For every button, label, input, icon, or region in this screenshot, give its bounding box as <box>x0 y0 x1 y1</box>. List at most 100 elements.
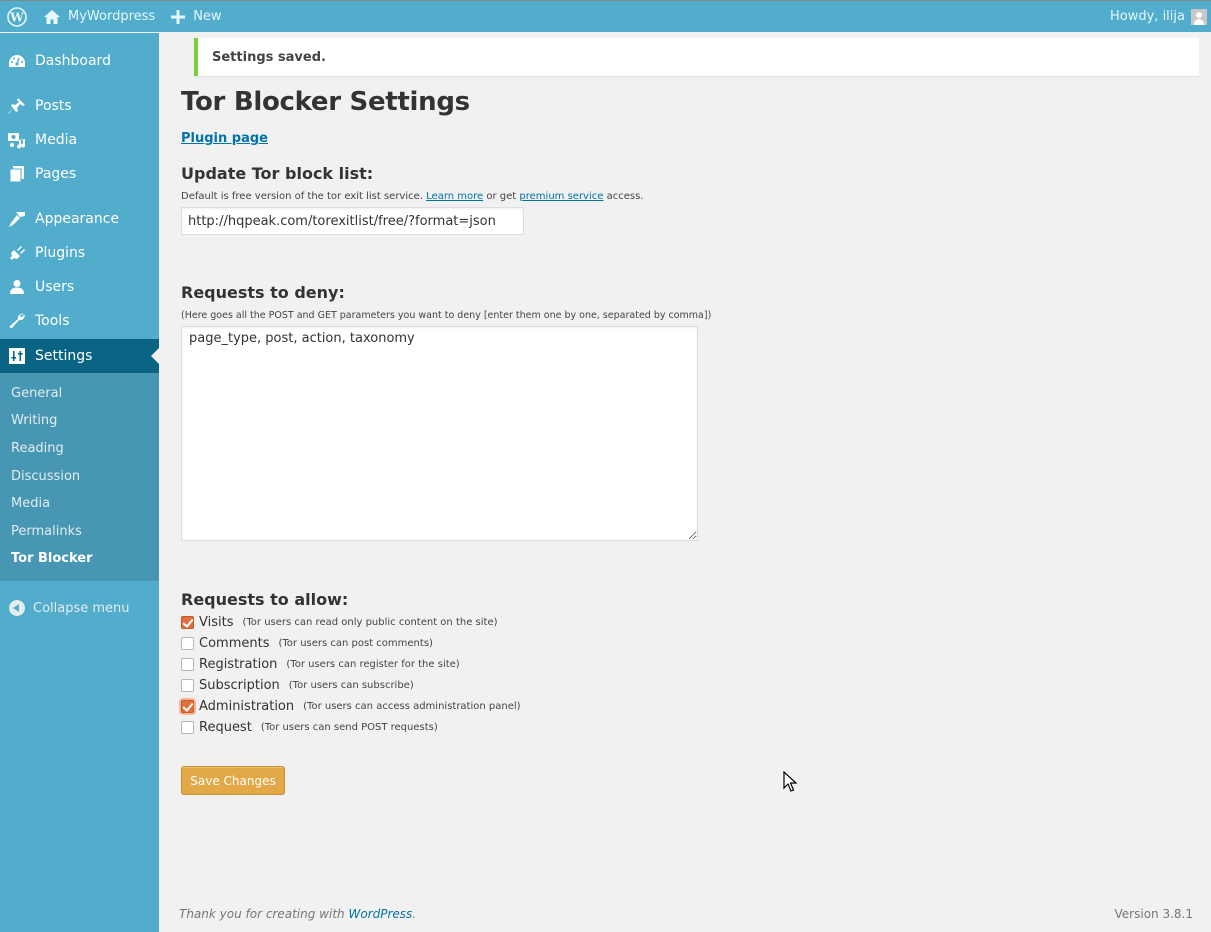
allow-option-administration[interactable]: Administration (Tor users can access adm… <box>181 697 521 715</box>
update-desc-suffix: access. <box>606 191 644 202</box>
my-account-menu[interactable]: Howdy, ilija <box>1102 1 1211 33</box>
sidebar-label-settings: Settings <box>35 348 93 364</box>
footer-thanks-suffix: . <box>412 907 417 921</box>
submenu-permalinks[interactable]: Permalinks <box>11 524 82 539</box>
wordpress-logo-button[interactable]: W <box>0 1 35 33</box>
main-content: Settings saved. Tor Blocker Settings Plu… <box>159 33 1211 932</box>
comments-desc: (Tor users can post comments) <box>278 637 433 649</box>
subscription-checkbox[interactable] <box>181 678 194 692</box>
administration-desc: (Tor users can access administration pan… <box>303 700 521 712</box>
sidebar-item-posts[interactable]: Posts <box>0 89 159 123</box>
submenu-discussion[interactable]: Discussion <box>11 469 80 484</box>
user-icon <box>7 277 27 297</box>
collapse-arrow-icon <box>9 600 25 616</box>
sidebar-item-dashboard[interactable]: Dashboard <box>0 44 159 78</box>
sidebar-item-media[interactable]: Media <box>0 123 159 157</box>
submenu-media[interactable]: Media <box>11 496 50 511</box>
admin-bar: W MyWordpress New Howdy, ilija <box>0 0 1211 32</box>
footer-thanks-text: Thank you for creating with <box>179 907 345 921</box>
collapse-menu-button[interactable]: Collapse menu <box>0 595 159 621</box>
visits-label: Visits <box>199 614 234 630</box>
new-content-button[interactable]: New <box>163 1 229 33</box>
sidebar-item-appearance[interactable]: Appearance <box>0 202 159 236</box>
plus-icon <box>171 9 186 24</box>
pages-icon <box>7 164 27 184</box>
registration-label: Registration <box>199 656 278 672</box>
sidebar-label-posts: Posts <box>35 98 72 114</box>
comments-label: Comments <box>199 635 270 651</box>
sidebar-label-appearance: Appearance <box>35 211 120 227</box>
plug-icon <box>7 243 27 263</box>
submenu-tor-blocker[interactable]: Tor Blocker <box>11 551 93 566</box>
request-label: Request <box>199 719 252 735</box>
update-desc-prefix: Default is free version of the tor exit … <box>181 191 423 202</box>
registration-checkbox[interactable] <box>181 657 194 671</box>
allow-option-comments[interactable]: Comments (Tor users can post comments) <box>181 634 433 652</box>
registration-desc: (Tor users can register for the site) <box>286 658 460 670</box>
sidebar-label-users: Users <box>35 279 75 295</box>
deny-parameters-textarea[interactable] <box>181 326 698 541</box>
deny-description: (Here goes all the POST and GET paramete… <box>181 310 712 321</box>
settings-saved-notice: Settings saved. <box>194 38 1199 76</box>
administration-checkbox[interactable] <box>181 699 194 713</box>
notice-text: Settings saved. <box>212 49 326 65</box>
sidebar-item-users[interactable]: Users <box>0 270 159 304</box>
sidebar-item-plugins[interactable]: Plugins <box>0 236 159 270</box>
sidebar-label-pages: Pages <box>35 166 77 182</box>
sidebar-item-tools[interactable]: Tools <box>0 304 159 338</box>
site-name-link[interactable]: MyWordpress <box>35 1 163 33</box>
page-title: Tor Blocker Settings <box>181 87 470 117</box>
update-desc-mid: or get <box>486 191 517 202</box>
subscription-desc: (Tor users can subscribe) <box>288 679 414 691</box>
submenu-general[interactable]: General <box>11 386 62 401</box>
mouse-cursor-icon <box>783 771 797 792</box>
sidebar-label-plugins: Plugins <box>35 245 86 261</box>
home-icon <box>44 9 60 24</box>
allow-option-visits[interactable]: Visits (Tor users can read only public c… <box>181 613 498 631</box>
premium-service-link[interactable]: premium service <box>519 191 603 202</box>
media-icon <box>7 130 27 150</box>
request-checkbox[interactable] <box>181 720 194 734</box>
dashboard-icon <box>7 51 27 71</box>
wrench-icon <box>7 311 27 331</box>
plugin-page-link[interactable]: Plugin page <box>181 131 268 146</box>
footer-thanks: Thank you for creating with WordPress. <box>179 907 416 921</box>
collapse-menu-label: Collapse menu <box>33 600 130 616</box>
howdy-greeting: Howdy, ilija <box>1110 9 1185 24</box>
sidebar-label-tools: Tools <box>35 313 70 329</box>
settings-icon <box>7 346 27 366</box>
new-label: New <box>193 9 222 24</box>
sidebar-label-media: Media <box>35 132 78 148</box>
learn-more-link[interactable]: Learn more <box>426 191 483 202</box>
comments-checkbox[interactable] <box>181 636 194 650</box>
allow-option-registration[interactable]: Registration (Tor users can register for… <box>181 655 460 673</box>
pushpin-icon <box>7 96 27 116</box>
deny-heading: Requests to deny: <box>181 283 345 302</box>
svg-text:W: W <box>9 10 24 24</box>
save-changes-button[interactable]: Save Changes <box>181 766 285 795</box>
site-name: MyWordpress <box>68 9 156 24</box>
settings-submenu: General Writing Reading Discussion Media… <box>0 373 159 581</box>
footer-version: Version 3.8.1 <box>1114 907 1193 921</box>
request-desc: (Tor users can send POST requests) <box>260 721 438 733</box>
sidebar-label-dashboard: Dashboard <box>35 53 111 69</box>
wordpress-link[interactable]: WordPress <box>348 907 412 921</box>
allow-heading: Requests to allow: <box>181 590 349 609</box>
update-list-description: Default is free version of the tor exit … <box>181 191 643 202</box>
sidebar-item-settings[interactable]: Settings <box>0 339 159 373</box>
user-avatar-icon <box>1191 8 1207 25</box>
sidebar-item-pages[interactable]: Pages <box>0 157 159 191</box>
tor-list-url-input[interactable] <box>181 207 524 235</box>
paintbrush-icon <box>7 209 27 229</box>
update-list-heading: Update Tor block list: <box>181 164 374 183</box>
admin-sidebar: Dashboard Posts Media Pages Appearance P… <box>0 33 159 932</box>
submenu-reading[interactable]: Reading <box>11 441 64 456</box>
allow-option-subscription[interactable]: Subscription (Tor users can subscribe) <box>181 676 414 694</box>
subscription-label: Subscription <box>199 677 280 693</box>
administration-label: Administration <box>199 698 295 714</box>
submenu-writing[interactable]: Writing <box>11 413 57 428</box>
visits-desc: (Tor users can read only public content … <box>242 616 498 628</box>
wordpress-logo-icon: W <box>7 6 27 27</box>
allow-option-request[interactable]: Request (Tor users can send POST request… <box>181 718 438 736</box>
visits-checkbox[interactable] <box>181 615 194 629</box>
